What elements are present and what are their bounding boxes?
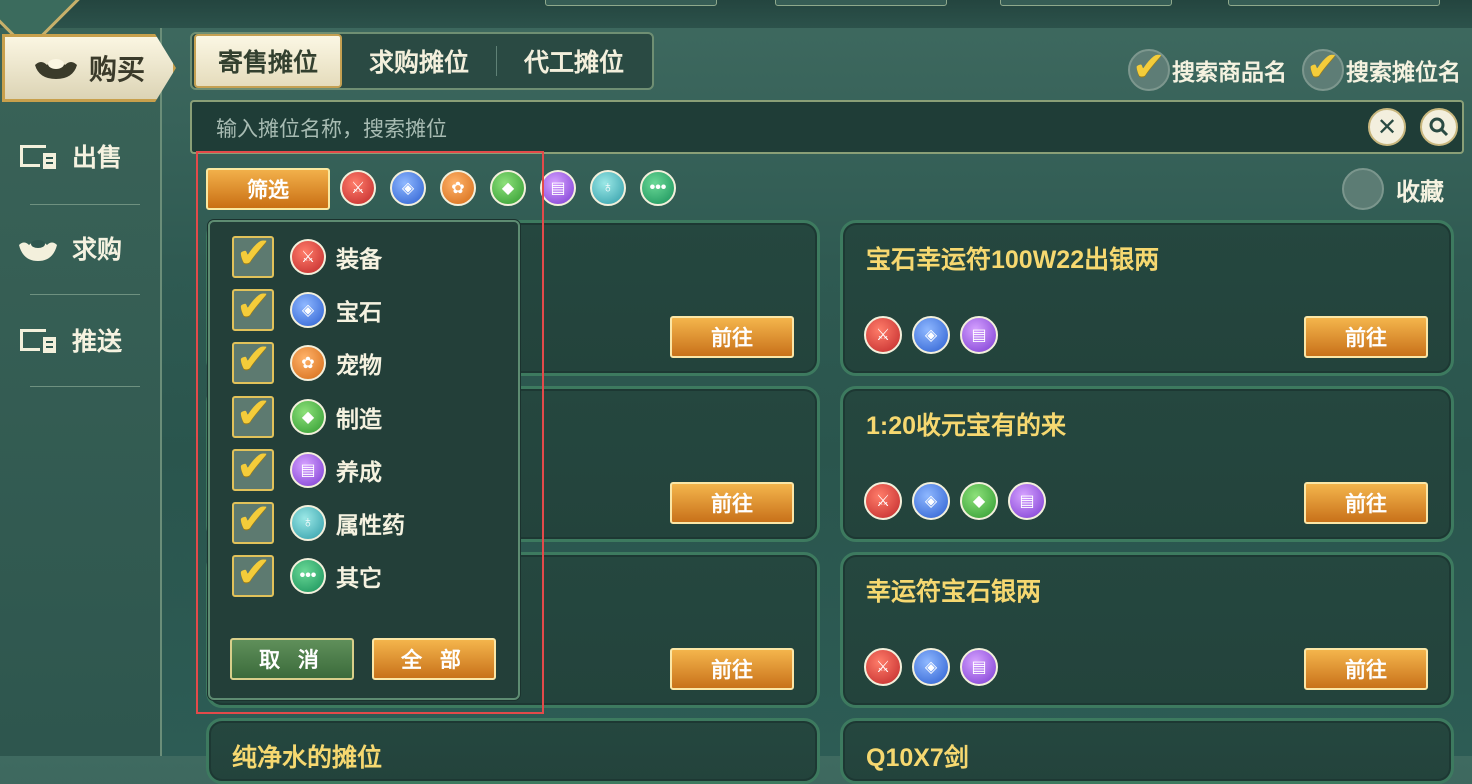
close-icon: ✕ [1376, 113, 1398, 141]
stall-title: 幸运符宝石银两 [866, 578, 1042, 606]
go-button[interactable]: 前往 [1304, 648, 1428, 690]
equipment-icon: ⚔ [864, 648, 902, 686]
checkbox[interactable]: ✔ [1302, 45, 1344, 91]
ingot-icon [34, 59, 77, 79]
go-button[interactable]: 前往 [1304, 316, 1428, 358]
potion-icon[interactable]: ♁ [590, 170, 626, 206]
equipment-icon: ⚔ [864, 482, 902, 520]
search-stall-name-toggle[interactable]: ✔ 搜索摊位名 [1302, 45, 1461, 91]
favorite-toggle[interactable]: 收藏 [1342, 168, 1444, 210]
highlight-box [196, 151, 544, 714]
stall-title: Q10X7剑 [866, 744, 969, 772]
go-button[interactable]: 前往 [670, 648, 794, 690]
option-label: 搜索摊位名 [1346, 59, 1461, 85]
scroll-icon[interactable]: ▤ [540, 170, 576, 206]
favorite-radio[interactable] [1342, 168, 1384, 210]
stall-category-icons: ⚔ ◈ ◆ ▤ [864, 482, 1046, 520]
stall-category-icons: ⚔ ◈ ▤ [864, 648, 998, 686]
search-icon [1429, 117, 1449, 137]
stall-category-icons: ⚔ ◈ ▤ [864, 316, 998, 354]
ingot-icon [19, 240, 57, 261]
clear-button[interactable]: ✕ [1368, 108, 1406, 146]
sidebar-item-request[interactable]: 求购 [18, 218, 148, 278]
sidebar-buy-label: 购买 [88, 54, 145, 85]
go-button[interactable]: 前往 [670, 482, 794, 524]
scroll-icon: ▤ [960, 648, 998, 686]
gem-icon: ◈ [912, 316, 950, 354]
tab-contract-work[interactable]: 代工摊位 [497, 36, 651, 86]
equipment-icon: ⚔ [864, 316, 902, 354]
top-slot [775, 0, 947, 6]
stall-title: 纯净水的摊位 [232, 744, 383, 772]
sidebar-item-label: 推送 [72, 328, 123, 356]
gem-icon: ◈ [912, 482, 950, 520]
option-label: 搜索商品名 [1172, 59, 1287, 85]
top-slot [545, 0, 717, 6]
sidebar-item-sell[interactable]: 出售 [18, 126, 148, 186]
sidebar-item-label: 求购 [72, 236, 123, 264]
sidebar-item-buy[interactable]: 购买 [2, 34, 176, 102]
tab-consignment[interactable]: 寄售摊位 [194, 34, 342, 88]
scroll-icon: ▤ [1008, 482, 1046, 520]
sidebar-item-label: 出售 [72, 144, 123, 172]
gem-icon: ◈ [912, 648, 950, 686]
divider [30, 386, 140, 387]
scroll-icon: ▤ [960, 316, 998, 354]
stall-title: 宝石幸运符100W22出银两 [866, 246, 1160, 274]
check-icon: ✔ [1306, 45, 1340, 89]
check-icon: ✔ [1132, 45, 1166, 89]
go-button[interactable]: 前往 [670, 316, 794, 358]
checkbox[interactable]: ✔ [1128, 45, 1170, 91]
divider [30, 294, 140, 295]
stall-tabs: 寄售摊位 求购摊位 代工摊位 [190, 32, 654, 90]
divider [30, 204, 140, 205]
top-slot [1228, 0, 1440, 6]
stall-board-icon [20, 329, 56, 353]
search-placeholder: 输入摊位名称，搜索摊位 [216, 118, 447, 141]
craft-icon: ◆ [960, 482, 998, 520]
go-button[interactable]: 前往 [1304, 482, 1428, 524]
top-slot [1000, 0, 1172, 6]
stall-title: 1:20收元宝有的来 [866, 412, 1067, 440]
stall-board-icon [20, 145, 56, 169]
search-product-name-toggle[interactable]: ✔ 搜索商品名 [1128, 45, 1287, 91]
search-button[interactable] [1420, 108, 1458, 146]
tab-purchase[interactable]: 求购摊位 [342, 36, 496, 86]
sidebar-item-push[interactable]: 推送 [18, 310, 148, 370]
other-icon[interactable]: ••• [640, 170, 676, 206]
favorite-label: 收藏 [1396, 178, 1444, 206]
